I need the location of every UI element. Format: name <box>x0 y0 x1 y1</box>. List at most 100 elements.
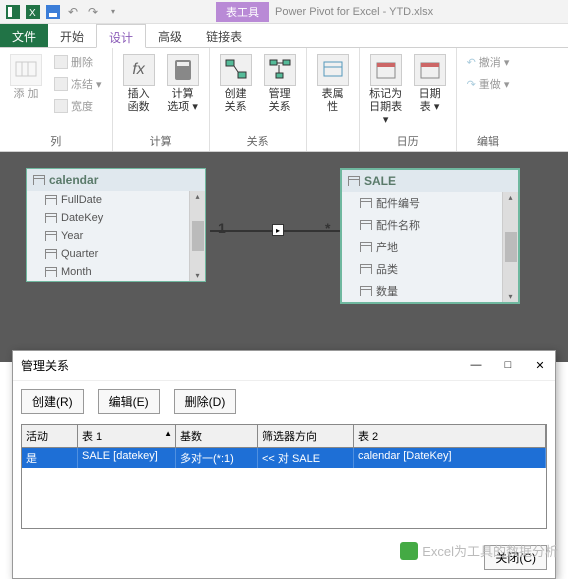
scrollbar[interactable]: ▴▾ <box>189 191 205 281</box>
group-edit: ↶撤消 ▾ ↷重做 ▾ 编辑 <box>457 48 520 151</box>
date-table-icon <box>414 54 446 86</box>
redo-icon[interactable]: ↷ <box>84 3 102 21</box>
column-icon <box>45 267 57 277</box>
dialog-title: 管理关系 <box>21 357 69 374</box>
ribbon-tabs: 文件 开始 设计 高级 链接表 <box>0 24 568 48</box>
dialog-titlebar[interactable]: 管理关系 — □ ✕ <box>13 351 555 381</box>
undo-icon[interactable]: ↶ <box>64 3 82 21</box>
field[interactable]: Year <box>27 227 189 245</box>
cardinality-one: 1 <box>218 220 226 236</box>
context-tab-table-tools[interactable]: 表工具 <box>216 2 269 22</box>
freeze-column-button[interactable]: 冻结 ▾ <box>50 74 106 94</box>
delete-button[interactable]: 删除(D) <box>174 389 237 414</box>
diagram-canvas[interactable]: calendar FullDate DateKey Year Quarter M… <box>0 152 568 362</box>
redo-icon: ↷ <box>467 78 476 91</box>
watermark: Excel为工具的数据分析 <box>400 541 558 560</box>
table-sale[interactable]: SALE 配件编号 配件名称 产地 品类 数量 ▴▾ <box>340 168 520 304</box>
group-calculation: fx 插入 函数 计算 选项 ▾ 计算 <box>113 48 210 151</box>
col-table2[interactable]: 表 2 <box>354 425 546 448</box>
powerpivot-icon <box>4 3 22 21</box>
tab-file[interactable]: 文件 <box>0 24 48 47</box>
window-title: Power Pivot for Excel - YTD.xlsx <box>275 6 433 18</box>
excel-icon: X <box>24 3 42 21</box>
maximize-button[interactable]: □ <box>501 359 515 372</box>
insert-function-button[interactable]: fx 插入 函数 <box>119 52 159 116</box>
date-table-button[interactable]: 日期 表 ▾ <box>410 52 450 129</box>
qat-dropdown-icon[interactable]: ▾ <box>104 3 122 21</box>
add-column-button[interactable]: 添 加 <box>6 52 46 116</box>
field[interactable]: 品类 <box>342 258 502 280</box>
add-column-icon <box>10 54 42 86</box>
relationship-arrow-icon: ▸ <box>272 224 284 236</box>
column-width-button[interactable]: 宽度 <box>50 96 106 116</box>
manage-relationships-button[interactable]: 管理 关系 <box>260 52 300 116</box>
table-header[interactable]: SALE <box>342 170 518 192</box>
group-properties: 表属 性 <box>307 48 360 151</box>
delete-column-button[interactable]: 删除 <box>50 52 106 72</box>
field[interactable]: Month <box>27 263 189 281</box>
edit-button[interactable]: 编辑(E) <box>98 389 160 414</box>
group-columns: 添 加 删除 冻结 ▾ 宽度 列 <box>0 48 113 151</box>
redo-button[interactable]: ↷重做 ▾ <box>463 74 514 94</box>
scroll-down-icon[interactable]: ▾ <box>507 291 513 302</box>
grid-header: 活动 表 1▲ 基数 筛选器方向 表 2 <box>22 425 546 448</box>
scroll-up-icon[interactable]: ▴ <box>507 192 513 203</box>
col-cardinality[interactable]: 基数 <box>176 425 258 448</box>
tab-linked-table[interactable]: 链接表 <box>194 24 254 47</box>
column-icon <box>360 286 372 296</box>
scrollbar[interactable]: ▴▾ <box>502 192 518 302</box>
minimize-button[interactable]: — <box>469 359 483 372</box>
field[interactable]: 数量 <box>342 280 502 302</box>
close-button[interactable]: ✕ <box>533 359 547 372</box>
field[interactable]: 配件名称 <box>342 214 502 236</box>
field[interactable]: DateKey <box>27 209 189 227</box>
table-properties-button[interactable]: 表属 性 <box>313 52 353 116</box>
cardinality-many: * <box>325 220 330 236</box>
tab-home[interactable]: 开始 <box>48 24 96 47</box>
create-relationship-button[interactable]: 创建 关系 <box>216 52 256 116</box>
scroll-thumb[interactable] <box>505 232 517 262</box>
group-label: 列 <box>6 131 106 149</box>
create-button[interactable]: 创建(R) <box>21 389 84 414</box>
tab-design[interactable]: 设计 <box>96 24 146 48</box>
column-icon <box>45 195 57 205</box>
width-icon <box>54 99 68 113</box>
table-header[interactable]: calendar <box>27 169 205 191</box>
quick-access-toolbar: X ↶ ↷ ▾ <box>0 3 126 21</box>
scroll-thumb[interactable] <box>192 221 204 251</box>
calc-icon <box>167 54 199 86</box>
col-table1[interactable]: 表 1▲ <box>78 425 176 448</box>
field-list: 配件编号 配件名称 产地 品类 数量 <box>342 192 502 302</box>
svg-text:X: X <box>29 8 36 19</box>
title-bar: X ↶ ↷ ▾ 表工具 Power Pivot for Excel - YTD.… <box>0 0 568 24</box>
table-icon <box>33 175 45 185</box>
column-icon <box>45 249 57 259</box>
grid-row-selected[interactable]: 是 SALE [datekey] 多对一(*:1) << 对 SALE cale… <box>22 448 546 468</box>
col-active[interactable]: 活动 <box>22 425 78 448</box>
undo-button[interactable]: ↶撤消 ▾ <box>463 52 514 72</box>
field[interactable]: FullDate <box>27 191 189 209</box>
group-relationships: 创建 关系 管理 关系 关系 <box>210 48 307 151</box>
field[interactable]: 配件编号 <box>342 192 502 214</box>
column-icon <box>360 220 372 230</box>
col-filter[interactable]: 筛选器方向 <box>258 425 354 448</box>
column-icon <box>45 213 57 223</box>
label: 添 加 <box>13 88 38 101</box>
scroll-down-icon[interactable]: ▾ <box>194 270 200 281</box>
delete-icon <box>54 55 68 69</box>
mark-date-table-button[interactable]: 标记为 日期表 ▾ <box>366 52 406 129</box>
scroll-up-icon[interactable]: ▴ <box>194 191 200 202</box>
table-icon <box>348 176 360 186</box>
save-icon[interactable] <box>44 3 62 21</box>
table-calendar[interactable]: calendar FullDate DateKey Year Quarter M… <box>26 168 206 282</box>
watermark-icon <box>400 542 418 560</box>
fx-icon: fx <box>123 54 155 86</box>
freeze-icon <box>54 77 68 91</box>
field[interactable]: Quarter <box>27 245 189 263</box>
tab-advanced[interactable]: 高级 <box>146 24 194 47</box>
field-list: FullDate DateKey Year Quarter Month <box>27 191 189 281</box>
create-rel-icon <box>220 54 252 86</box>
calc-options-button[interactable]: 计算 选项 ▾ <box>163 52 203 116</box>
column-icon <box>360 242 372 252</box>
field[interactable]: 产地 <box>342 236 502 258</box>
